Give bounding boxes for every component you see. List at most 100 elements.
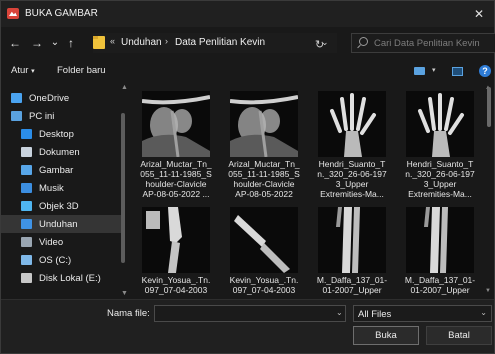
xray-thumbnail <box>406 91 474 157</box>
file-name-label: Arizal_Muctar_Tn_ 055_11-11-1985_S hould… <box>140 159 212 199</box>
sidebar-item-pictures[interactable]: Gambar <box>1 161 121 179</box>
file-name-label: Hendri_Suanto_T n._320_26-06-197 3_Upper… <box>317 159 387 199</box>
music-icon <box>21 183 32 193</box>
back-button[interactable]: ← <box>7 35 23 51</box>
xray-thumbnail <box>230 207 298 273</box>
sidebar-item-label: Unduhan <box>39 219 78 230</box>
file-name-label: Kevin_Yosua_.Tn. 097_07-04-2003 <box>141 275 211 295</box>
xray-thumbnail <box>230 91 298 157</box>
search-input[interactable]: Cari Data Penlitian Kevin <box>351 33 495 53</box>
documents-icon <box>21 147 32 157</box>
title-bar: BUKA GAMBAR ✕ <box>1 1 494 27</box>
pictures-icon <box>21 165 32 175</box>
scroll-up-icon[interactable]: ▲ <box>121 84 128 91</box>
file-tile[interactable]: Kevin_Yosua_.Tn. 097_07-04-2003 <box>223 199 305 297</box>
sidebar-item-label: OneDrive <box>29 93 70 104</box>
new-folder-button[interactable]: Folder baru <box>57 65 106 76</box>
xray-thumbnail <box>142 207 210 273</box>
view-options-icon[interactable] <box>414 67 425 75</box>
scroll-down-icon[interactable]: ▼ <box>121 290 128 297</box>
desktop-icon <box>21 129 32 139</box>
footer: Nama file: ⌄ All Files ⌄ Buka Batal <box>1 299 494 353</box>
sidebar-item-label: Musik <box>39 183 64 194</box>
chevron-down-icon[interactable]: ▾ <box>432 66 436 74</box>
file-name-label: M._Daffa_137_01- 01-2007_Upper <box>316 275 388 295</box>
sidebar-item-desktop[interactable]: Desktop <box>1 125 121 143</box>
xray-thumbnail <box>406 207 474 273</box>
chevron-down-icon: ▾ <box>31 68 35 75</box>
sidebar-item-label: Gambar <box>39 165 74 176</box>
sidebar-item-label: OS (C:) <box>39 255 72 266</box>
videos-icon <box>21 237 32 247</box>
navigation-pane: ▲ ▼ OneDrive PC ini Desktop Dokumen Gambar Mu… <box>1 83 129 297</box>
sidebar-item-videos[interactable]: Video <box>1 233 121 251</box>
file-tile[interactable]: Hendri_Suanto_T n._320_26-06-197 3_Upper… <box>399 83 481 199</box>
sidebar-item-music[interactable]: Musik <box>1 179 121 197</box>
sidebar-scrollbar[interactable] <box>121 113 125 263</box>
sidebar-item-label: Disk Lokal (E:) <box>39 273 101 284</box>
sidebar-item-label: Objek 3D <box>39 201 79 212</box>
sidebar-item-label: Desktop <box>39 129 74 140</box>
file-tile[interactable]: Hendri_Suanto_T n._320_26-06-197 3_Upper… <box>311 83 393 199</box>
navigation-bar: ← → ⌄ ↑ « Unduhan › Data Penlitian Kevin… <box>1 31 495 55</box>
drive-c-icon <box>21 255 32 265</box>
pc-icon <box>11 111 22 121</box>
sidebar-item-drive-e[interactable]: Disk Lokal (E:) <box>1 269 121 287</box>
sidebar-item-label: Dokumen <box>39 147 80 158</box>
file-name-label: Hendri_Suanto_T n._320_26-06-197 3_Upper… <box>405 159 475 199</box>
xray-thumbnail <box>318 91 386 157</box>
sidebar-item-label: PC ini <box>29 111 55 122</box>
chevron-down-icon[interactable]: ⌄ <box>336 308 343 317</box>
organize-button[interactable]: Atur ▾ <box>11 65 35 76</box>
preview-pane-icon[interactable] <box>452 67 463 76</box>
file-tile[interactable]: Kevin_Yosua_.Tn. 097_07-04-2003 <box>135 199 217 297</box>
sidebar-item-pc[interactable]: PC ini <box>1 107 121 125</box>
overflow-chevron[interactable]: « <box>110 36 115 46</box>
file-tile[interactable]: Arizal_Muctar_Tn_ 055_11-11-1985_S hould… <box>223 83 305 199</box>
address-bar[interactable]: « Unduhan › Data Penlitian Kevin ⌄ ↻ <box>93 33 337 53</box>
downloads-icon <box>21 219 32 229</box>
xray-thumbnail <box>142 91 210 157</box>
breadcrumb-downloads[interactable]: Unduhan <box>121 37 162 48</box>
help-icon[interactable]: ? <box>479 65 491 77</box>
file-tile[interactable]: M._Daffa_137_01- 01-2007_Upper <box>311 199 393 297</box>
filename-input[interactable]: ⌄ <box>154 305 346 322</box>
xray-thumbnail <box>318 207 386 273</box>
open-button[interactable]: Buka <box>353 326 419 345</box>
file-name-label: M._Daffa_137_01- 01-2007_Upper <box>404 275 476 295</box>
file-name-label: Arizal_Muctar_Tn_ 055_11-11-1985_S hould… <box>228 159 300 199</box>
scroll-down-icon[interactable]: ▼ <box>485 288 491 294</box>
file-list: Arizal_Muctar_Tn_ 055_11-11-1985_S hould… <box>135 83 493 297</box>
3d-objects-icon <box>21 201 32 211</box>
sidebar-item-downloads[interactable]: Unduhan <box>1 215 121 233</box>
close-button[interactable]: ✕ <box>464 1 494 27</box>
sidebar-item-3d-objects[interactable]: Objek 3D <box>1 197 121 215</box>
sidebar-item-label: Video <box>39 237 64 248</box>
refresh-button[interactable]: ↻ <box>315 38 324 51</box>
onedrive-icon <box>11 93 22 103</box>
breadcrumb-current-folder[interactable]: Data Penlitian Kevin <box>175 37 265 48</box>
file-name-label: Kevin_Yosua_.Tn. 097_07-04-2003 <box>229 275 299 295</box>
folder-icon <box>93 36 105 49</box>
up-button[interactable]: ↑ <box>63 35 79 51</box>
filetype-select[interactable]: All Files ⌄ <box>353 305 492 322</box>
sidebar-item-onedrive[interactable]: OneDrive <box>1 89 121 107</box>
forward-button[interactable]: → <box>29 35 45 51</box>
breadcrumb-separator-icon: › <box>165 36 168 46</box>
toolbar: Atur ▾ Folder baru ▾ ? <box>1 59 494 81</box>
window-title: BUKA GAMBAR <box>25 8 98 19</box>
file-tile[interactable]: M._Daffa_137_01- 01-2007_Upper <box>399 199 481 297</box>
image-app-icon <box>7 8 19 19</box>
search-placeholder: Cari Data Penlitian Kevin <box>374 38 480 49</box>
sidebar-item-drive-c[interactable]: OS (C:) <box>1 251 121 269</box>
file-open-dialog: BUKA GAMBAR ✕ ← → ⌄ ↑ « Unduhan › Data P… <box>0 0 495 354</box>
sidebar-item-documents[interactable]: Dokumen <box>1 143 121 161</box>
cancel-button[interactable]: Batal <box>426 326 492 345</box>
search-icon <box>359 37 368 46</box>
chevron-down-icon: ⌄ <box>480 308 487 317</box>
filetype-value: All Files <box>358 309 392 320</box>
recent-locations-button[interactable]: ⌄ <box>47 35 63 51</box>
file-tile[interactable]: Arizal_Muctar_Tn_ 055_11-11-1985_S hould… <box>135 83 217 199</box>
filename-label: Nama file: <box>107 308 150 319</box>
content-scrollbar[interactable] <box>487 87 491 127</box>
